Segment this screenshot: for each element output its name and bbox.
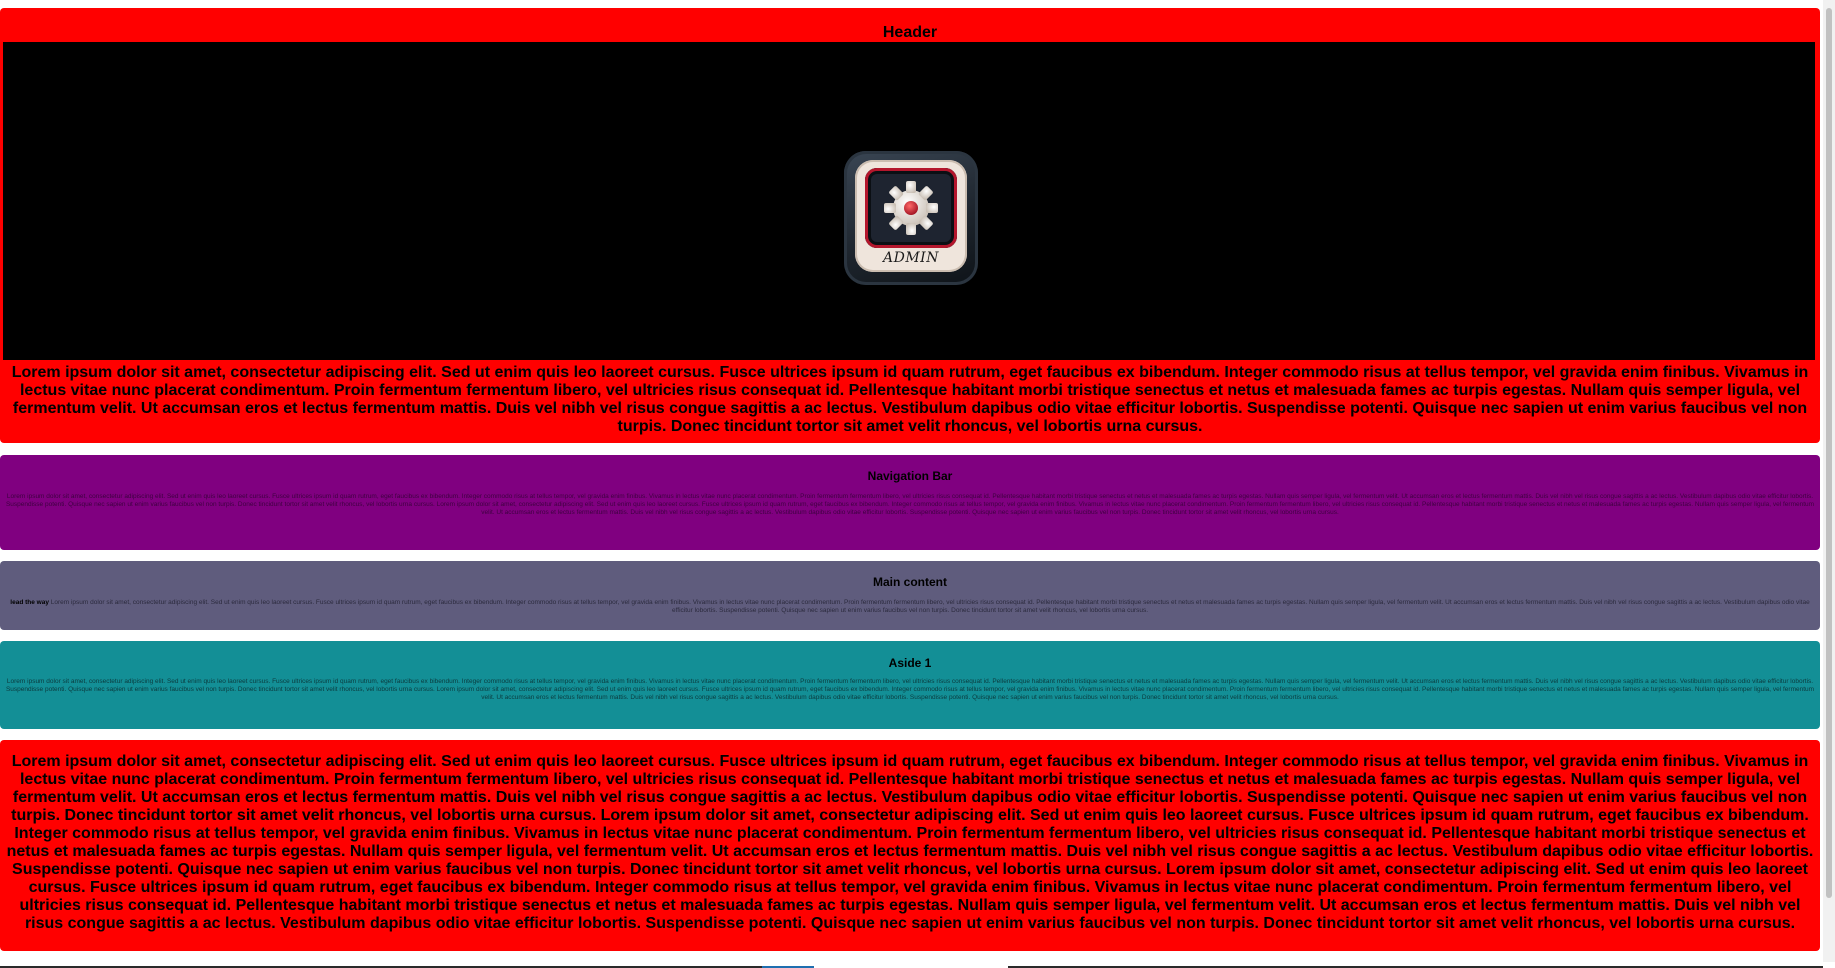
bottom-edge xyxy=(0,962,1835,968)
footer-text: Lorem ipsum dolor sit amet, consectetur … xyxy=(6,753,1814,932)
header-banner: ADMIN xyxy=(3,42,1815,360)
navigation-bar: Navigation Bar Lorem ipsum dolor sit ame… xyxy=(0,455,1820,550)
aside-title: Aside 1 xyxy=(888,656,932,670)
admin-gear-icon: ADMIN xyxy=(844,151,978,285)
footer-section: Lorem ipsum dolor sit amet, consectetur … xyxy=(0,740,1820,951)
main-lead: lead the way xyxy=(10,599,49,606)
main-content: Main content lead the way Lorem ipsum do… xyxy=(0,561,1820,630)
nav-text: Lorem ipsum dolor sit amet, consectetur … xyxy=(5,493,1815,516)
header-text: Lorem ipsum dolor sit amet, consectetur … xyxy=(11,364,1809,435)
gear-icon xyxy=(884,181,938,235)
scrollbar-thumb[interactable] xyxy=(1826,8,1832,898)
header-title: Header xyxy=(882,24,938,41)
admin-logo-text: ADMIN xyxy=(883,250,939,266)
aside-1: Aside 1 Lorem ipsum dolor sit amet, cons… xyxy=(0,641,1820,729)
main-paragraph: lead the way Lorem ipsum dolor sit amet,… xyxy=(0,589,1820,615)
aside-text: Lorem ipsum dolor sit amet, consectetur … xyxy=(5,678,1815,701)
main-title: Main content xyxy=(873,575,947,589)
admin-logo-inner: ADMIN xyxy=(855,160,967,272)
vertical-scrollbar[interactable] xyxy=(1823,0,1835,968)
header-section: Header ADMIN Lorem ipsum dolor sit amet,… xyxy=(0,8,1820,443)
main-text: Lorem ipsum dolor sit amet, consectetur … xyxy=(50,599,1810,614)
nav-title: Navigation Bar xyxy=(867,469,953,483)
